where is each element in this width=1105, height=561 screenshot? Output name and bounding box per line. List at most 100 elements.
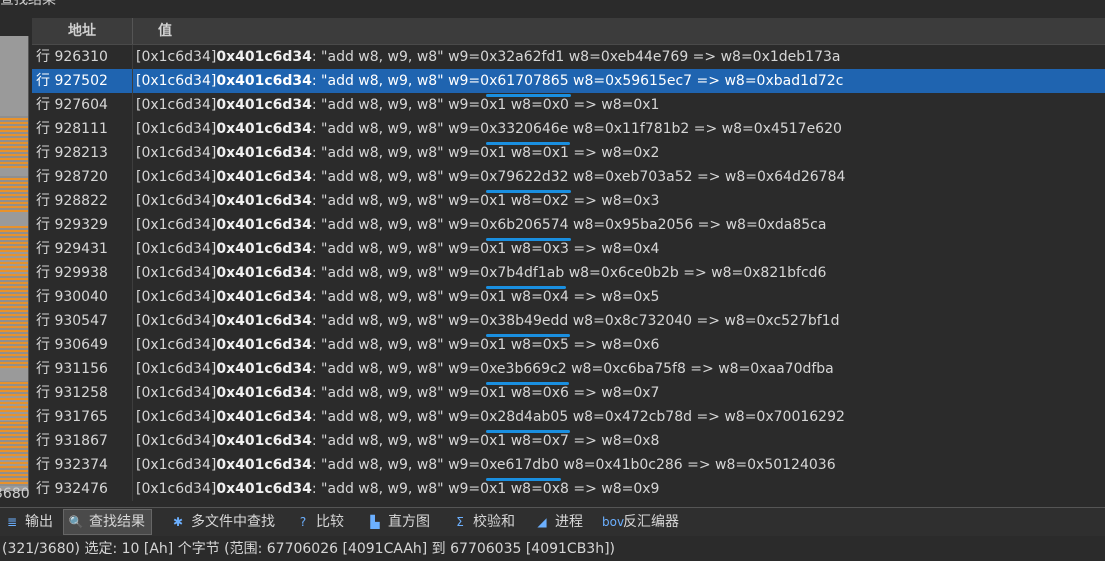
minimap-match-marker xyxy=(0,406,28,408)
table-row[interactable]: 行 929938 [0x1c6d34]0x401c6d34: "add w8, w… xyxy=(32,261,1105,289)
scroll-minimap[interactable] xyxy=(0,36,29,491)
column-divider xyxy=(132,117,133,141)
minimap-match-marker xyxy=(0,442,28,444)
tab-multi-file-search[interactable]: ✱ 多文件中查找 xyxy=(166,511,281,533)
column-header-address[interactable]: 地址 xyxy=(32,18,133,44)
minimap-match-marker xyxy=(0,394,28,396)
row-value: [0x1c6d34]0x401c6d34: "add w8, w9, w8" w… xyxy=(136,237,659,261)
minimap-match-marker xyxy=(0,138,28,140)
value-address: 0x401c6d34 xyxy=(216,409,312,425)
row-address: 行 929938 xyxy=(36,265,108,281)
value-instruction: : "add w8, w9, w8" w9= xyxy=(311,481,481,497)
tab-output[interactable]: ≣ 输出 xyxy=(0,511,59,533)
value-instruction: : "add w8, w9, w8" w9= xyxy=(311,121,481,137)
table-row[interactable]: 行 926310 [0x1c6d34]0x401c6d34: "add w8, w… xyxy=(32,45,1105,69)
row-value: [0x1c6d34]0x401c6d34: "add w8, w9, w8" w… xyxy=(136,333,659,357)
table-row[interactable]: 行 931867 [0x1c6d34]0x401c6d34: "add w8, w… xyxy=(32,429,1105,453)
tab-process[interactable]: ◢ 进程 xyxy=(530,511,589,533)
column-divider xyxy=(132,333,133,357)
histogram-icon: ▙ xyxy=(370,515,380,529)
table-row[interactable]: 行 928720 [0x1c6d34]0x401c6d34: "add w8, w… xyxy=(32,165,1105,193)
value-w9: 0x6b206574 xyxy=(480,213,572,241)
value-offset: [0x1c6d34] xyxy=(136,457,217,473)
value-w9: 0x1 xyxy=(480,481,507,497)
value-address: 0x401c6d34 xyxy=(216,241,312,257)
row-address: 行 927604 xyxy=(36,97,108,113)
panel-title: 查找结果 xyxy=(0,0,56,8)
output-icon: ≣ xyxy=(6,515,18,529)
table-row[interactable]: 行 931258 [0x1c6d34]0x401c6d34: "add w8, w… xyxy=(32,381,1105,405)
tab-checksum[interactable]: Σ 校验和 xyxy=(448,511,521,533)
table-row[interactable]: 行 930547 [0x1c6d34]0x401c6d34: "add w8, w… xyxy=(32,309,1105,337)
row-address: 行 928822 xyxy=(36,193,108,209)
row-value: [0x1c6d34]0x401c6d34: "add w8, w9, w8" w… xyxy=(136,453,836,481)
row-value: [0x1c6d34]0x401c6d34: "add w8, w9, w8" w… xyxy=(136,357,834,385)
value-address: 0x401c6d34 xyxy=(216,145,312,161)
tab-label: 直方图 xyxy=(388,514,430,530)
minimap-match-marker xyxy=(0,162,28,164)
minimap-match-marker xyxy=(0,250,28,252)
tab-label: 查找结果 xyxy=(89,514,145,530)
value-result: w8=0xc6ba75f8 => w8=0xaa70dfba xyxy=(566,361,834,377)
minimap-match-marker xyxy=(0,318,28,320)
value-w9: 0x7b4df1ab xyxy=(480,261,567,289)
row-address: 行 931258 xyxy=(36,385,108,401)
table-row[interactable]: 行 928822 [0x1c6d34]0x401c6d34: "add w8, w… xyxy=(32,189,1105,213)
value-w9: 0x79622d32 xyxy=(480,165,572,193)
minimap-match-marker xyxy=(0,438,28,440)
minimap-match-marker xyxy=(0,350,28,352)
tab-histogram[interactable]: ▙ 直方图 xyxy=(363,511,436,533)
table-row[interactable]: 行 928111 [0x1c6d34]0x401c6d34: "add w8, w… xyxy=(32,117,1105,145)
value-offset: [0x1c6d34] xyxy=(136,97,217,113)
value-instruction: : "add w8, w9, w8" w9= xyxy=(311,457,481,473)
row-address: 行 929431 xyxy=(36,241,108,257)
row-value: [0x1c6d34]0x401c6d34: "add w8, w9, w8" w… xyxy=(136,381,659,405)
tab-label: 校验和 xyxy=(473,514,515,530)
row-address: 行 931156 xyxy=(36,361,108,377)
column-divider xyxy=(132,69,133,93)
tab-search[interactable]: 🔍 查找结果 xyxy=(63,509,152,535)
tab-compare[interactable]: ? 比较 xyxy=(291,511,350,533)
table-row[interactable]: 行 930040 [0x1c6d34]0x401c6d34: "add w8, w… xyxy=(32,285,1105,309)
table-row[interactable]: 行 932476 [0x1c6d34]0x401c6d34: "add w8, w… xyxy=(32,477,1105,501)
column-divider xyxy=(132,261,133,285)
minimap-match-marker xyxy=(0,386,28,388)
minimap-match-marker xyxy=(0,254,28,256)
value-instruction: : "add w8, w9, w8" w9= xyxy=(311,337,481,353)
value-w9: 0x1 xyxy=(480,241,507,257)
column-header-value[interactable]: 值 xyxy=(158,18,172,44)
minimap-match-marker xyxy=(0,466,28,468)
table-row[interactable]: 行 927502 [0x1c6d34]0x401c6d34: "add w8, w… xyxy=(32,69,1105,97)
row-address: 行 929329 xyxy=(36,217,108,233)
search-icon: 🔍 xyxy=(68,515,84,529)
minimap-match-marker xyxy=(0,298,28,300)
row-value: [0x1c6d34]0x401c6d34: "add w8, w9, w8" w… xyxy=(136,93,659,117)
tab-disassembler[interactable]: bov 反汇编器 xyxy=(598,511,685,533)
table-row[interactable]: 行 932374 [0x1c6d34]0x401c6d34: "add w8, w… xyxy=(32,453,1105,481)
column-divider xyxy=(132,141,133,165)
value-w9: 0xe3b669c2 xyxy=(480,357,569,385)
tab-label: 多文件中查找 xyxy=(191,514,275,530)
value-instruction: : "add w8, w9, w8" w9= xyxy=(311,265,481,281)
column-divider xyxy=(132,93,133,117)
value-result: w8=0x2 => w8=0x3 xyxy=(506,193,660,209)
row-value: [0x1c6d34]0x401c6d34: "add w8, w9, w8" w… xyxy=(136,141,659,165)
table-row[interactable]: 行 931156 [0x1c6d34]0x401c6d34: "add w8, w… xyxy=(32,357,1105,385)
minimap-match-marker xyxy=(0,474,28,476)
table-row[interactable]: 行 931765 [0x1c6d34]0x401c6d34: "add w8, w… xyxy=(32,405,1105,433)
table-row[interactable]: 行 927604 [0x1c6d34]0x401c6d34: "add w8, w… xyxy=(32,93,1105,117)
minimap-match-marker xyxy=(0,390,28,392)
value-result: w8=0x5 => w8=0x6 xyxy=(506,337,660,353)
value-result: w8=0x8c732040 => w8=0xc527bf1d xyxy=(568,313,840,329)
value-result: w8=0x11f781b2 => w8=0x4517e620 xyxy=(568,121,842,137)
row-address: 行 926310 xyxy=(36,49,108,65)
table-row[interactable]: 行 930649 [0x1c6d34]0x401c6d34: "add w8, w… xyxy=(32,333,1105,357)
status-bar: (321/3680) 选定: 10 [Ah] 个字节 (范围: 67706026… xyxy=(0,537,1105,561)
minimap-match-marker xyxy=(0,334,28,336)
checksum-icon: Σ xyxy=(456,515,464,529)
table-row[interactable]: 行 929431 [0x1c6d34]0x401c6d34: "add w8, w… xyxy=(32,237,1105,261)
value-w9: 0x1 xyxy=(480,193,507,209)
row-value: [0x1c6d34]0x401c6d34: "add w8, w9, w8" w… xyxy=(136,117,842,145)
table-row[interactable]: 行 928213 [0x1c6d34]0x401c6d34: "add w8, w… xyxy=(32,141,1105,165)
table-row[interactable]: 行 929329 [0x1c6d34]0x401c6d34: "add w8, w… xyxy=(32,213,1105,241)
